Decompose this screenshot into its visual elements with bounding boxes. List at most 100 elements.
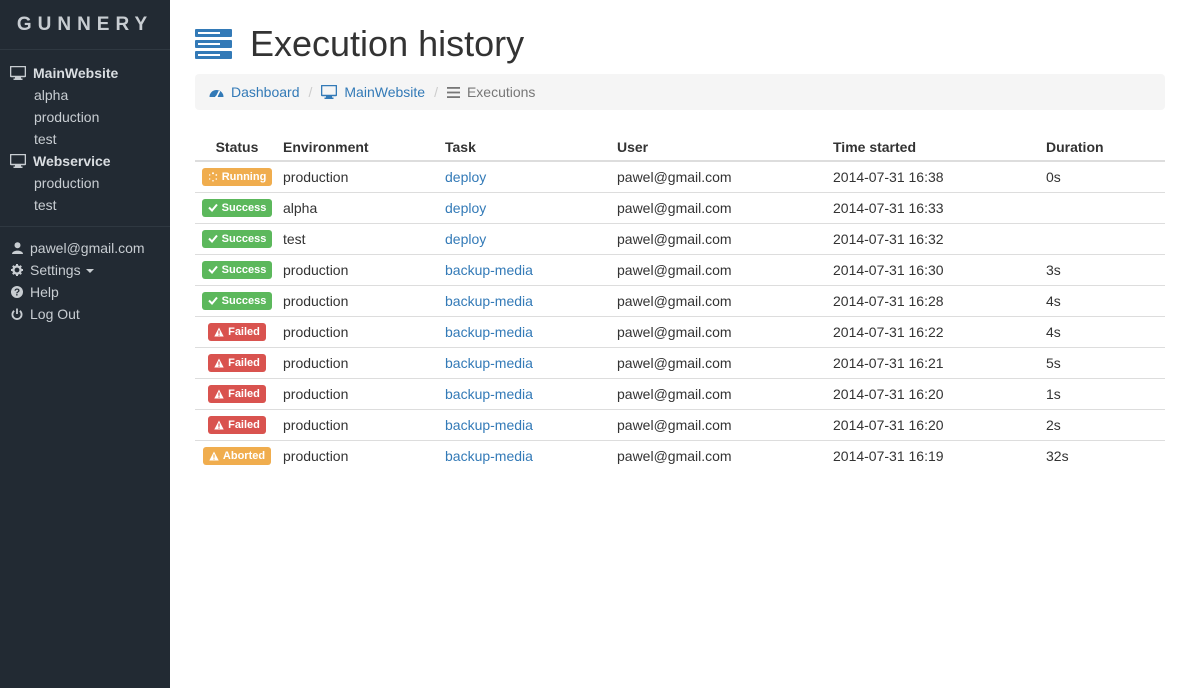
breadcrumb-project[interactable]: MainWebsite — [321, 84, 425, 100]
sidebar-project-webservice[interactable]: Webservice — [0, 150, 170, 172]
table-row[interactable]: Aborted production backup-media pawel@gmail… — [195, 439, 1165, 471]
time-started-cell: 2014-07-31 16:32 — [833, 222, 1046, 254]
status-badge[interactable]: Failed — [208, 322, 266, 341]
status-badge[interactable]: Failed — [208, 415, 266, 434]
brand-logo[interactable]: GUNNERY — [0, 0, 170, 50]
user-cell: pawel@gmail.com — [617, 346, 833, 378]
sidebar: GUNNERY MainWebsite alpha production tes… — [0, 0, 170, 688]
table-row[interactable]: Failed production backup-media pawel@gmail.… — [195, 315, 1165, 347]
power-icon — [10, 308, 24, 320]
status-badge-label: Failed — [228, 356, 260, 369]
task-link[interactable]: backup-media — [445, 355, 533, 371]
time-started-cell: 2014-07-31 16:20 — [833, 408, 1046, 440]
status-badge[interactable]: Failed — [208, 353, 266, 372]
task-link[interactable]: deploy — [445, 231, 486, 247]
column-header-environment[interactable]: Environment — [279, 134, 445, 162]
task-link[interactable]: deploy — [445, 169, 486, 185]
settings-label: Settings — [30, 262, 81, 278]
task-link[interactable]: backup-media — [445, 262, 533, 278]
breadcrumb-dashboard[interactable]: Dashboard — [209, 84, 300, 100]
status-badge[interactable]: Failed — [208, 384, 266, 403]
status-badge[interactable]: Running — [201, 167, 273, 186]
environment-cell: production — [279, 408, 445, 440]
help-label: Help — [30, 284, 59, 300]
task-link[interactable]: deploy — [445, 200, 486, 216]
status-cell: Failed — [195, 315, 279, 347]
list-icon — [446, 86, 460, 98]
status-cell: Failed — [195, 408, 279, 440]
task-link[interactable]: backup-media — [445, 448, 533, 464]
spinner-icon — [208, 171, 217, 182]
status-badge[interactable]: Success — [201, 260, 273, 279]
user-email: pawel@gmail.com — [30, 240, 145, 256]
column-header-task[interactable]: Task — [445, 134, 617, 162]
user-email-link[interactable]: pawel@gmail.com — [0, 237, 170, 259]
status-badge-label: Success — [221, 294, 267, 307]
table-row[interactable]: Success test deploy pawel@gmail.com 2014-07-… — [195, 222, 1165, 254]
table-row[interactable]: Success alpha deploy pawel@gmail.com 2014-07… — [195, 191, 1165, 223]
status-cell: Success — [195, 253, 279, 285]
user-cell: pawel@gmail.com — [617, 439, 833, 471]
duration-cell: 4s — [1046, 315, 1165, 347]
status-cell: Success — [195, 284, 279, 316]
help-link[interactable]: ? Help — [0, 281, 170, 303]
table-row[interactable]: Failed production backup-media pawel@gmail.… — [195, 346, 1165, 378]
user-cell: pawel@gmail.com — [617, 315, 833, 347]
sidebar-env-alpha[interactable]: alpha — [0, 84, 170, 106]
sidebar-env-production[interactable]: production — [0, 172, 170, 194]
duration-cell: 5s — [1046, 346, 1165, 378]
duration-cell: 32s — [1046, 439, 1165, 471]
table-row[interactable]: Success production backup-media pawel@gmail… — [195, 253, 1165, 285]
status-badge[interactable]: Aborted — [202, 446, 272, 465]
status-badge-label: Failed — [228, 387, 260, 400]
table-row[interactable]: Running production deploy pawel@gmail.com 20… — [195, 160, 1165, 192]
status-badge[interactable]: Success — [201, 198, 273, 217]
column-header-user[interactable]: User — [617, 134, 833, 162]
time-started-cell: 2014-07-31 16:19 — [833, 439, 1046, 471]
table-row[interactable]: Failed production backup-media pawel@gmail.… — [195, 408, 1165, 440]
status-badge-label: Failed — [228, 325, 260, 338]
settings-dropdown[interactable]: Settings — [0, 259, 170, 281]
task-link[interactable]: backup-media — [445, 293, 533, 309]
server-icon — [195, 29, 232, 59]
status-cell: Aborted — [195, 439, 279, 471]
task-link[interactable]: backup-media — [445, 417, 533, 433]
status-badge[interactable]: Success — [201, 291, 273, 310]
sidebar-env-test[interactable]: test — [0, 128, 170, 150]
column-header-time-started[interactable]: Time started — [833, 134, 1046, 162]
sidebar-project-mainwebsite[interactable]: MainWebsite — [0, 62, 170, 84]
svg-text:?: ? — [14, 288, 20, 299]
sidebar-env-test[interactable]: test — [0, 194, 170, 216]
breadcrumb-current: Executions — [446, 84, 536, 100]
column-header-status[interactable]: Status — [195, 134, 279, 162]
breadcrumb-current-label: Executions — [466, 84, 536, 100]
user-cell: pawel@gmail.com — [617, 408, 833, 440]
table-row[interactable]: Failed production backup-media pawel@gmail.… — [195, 377, 1165, 409]
check-icon — [207, 265, 218, 274]
logout-link[interactable]: Log Out — [0, 303, 170, 325]
warning-icon — [209, 451, 219, 461]
duration-cell: 1s — [1046, 377, 1165, 409]
status-badge-label: Aborted — [222, 449, 266, 462]
task-cell: deploy — [445, 191, 617, 223]
task-cell: backup-media — [445, 284, 617, 316]
status-badge[interactable]: Success — [201, 229, 273, 248]
warning-icon — [214, 358, 224, 367]
status-badge-label: Success — [221, 201, 267, 214]
table-row[interactable]: Success production backup-media pawel@gmail… — [195, 284, 1165, 316]
task-cell: deploy — [445, 222, 617, 254]
task-link[interactable]: backup-media — [445, 324, 533, 340]
column-header-duration[interactable]: Duration — [1046, 134, 1165, 162]
user-cell: pawel@gmail.com — [617, 160, 833, 192]
monitor-icon — [321, 85, 338, 99]
task-link[interactable]: backup-media — [445, 386, 533, 402]
status-cell: Failed — [195, 346, 279, 378]
task-cell: backup-media — [445, 439, 617, 471]
time-started-cell: 2014-07-31 16:28 — [833, 284, 1046, 316]
warning-icon — [214, 389, 224, 398]
duration-cell — [1046, 191, 1165, 223]
check-icon — [207, 234, 218, 243]
monitor-icon — [10, 154, 26, 168]
sidebar-env-production[interactable]: production — [0, 106, 170, 128]
duration-cell: 2s — [1046, 408, 1165, 440]
